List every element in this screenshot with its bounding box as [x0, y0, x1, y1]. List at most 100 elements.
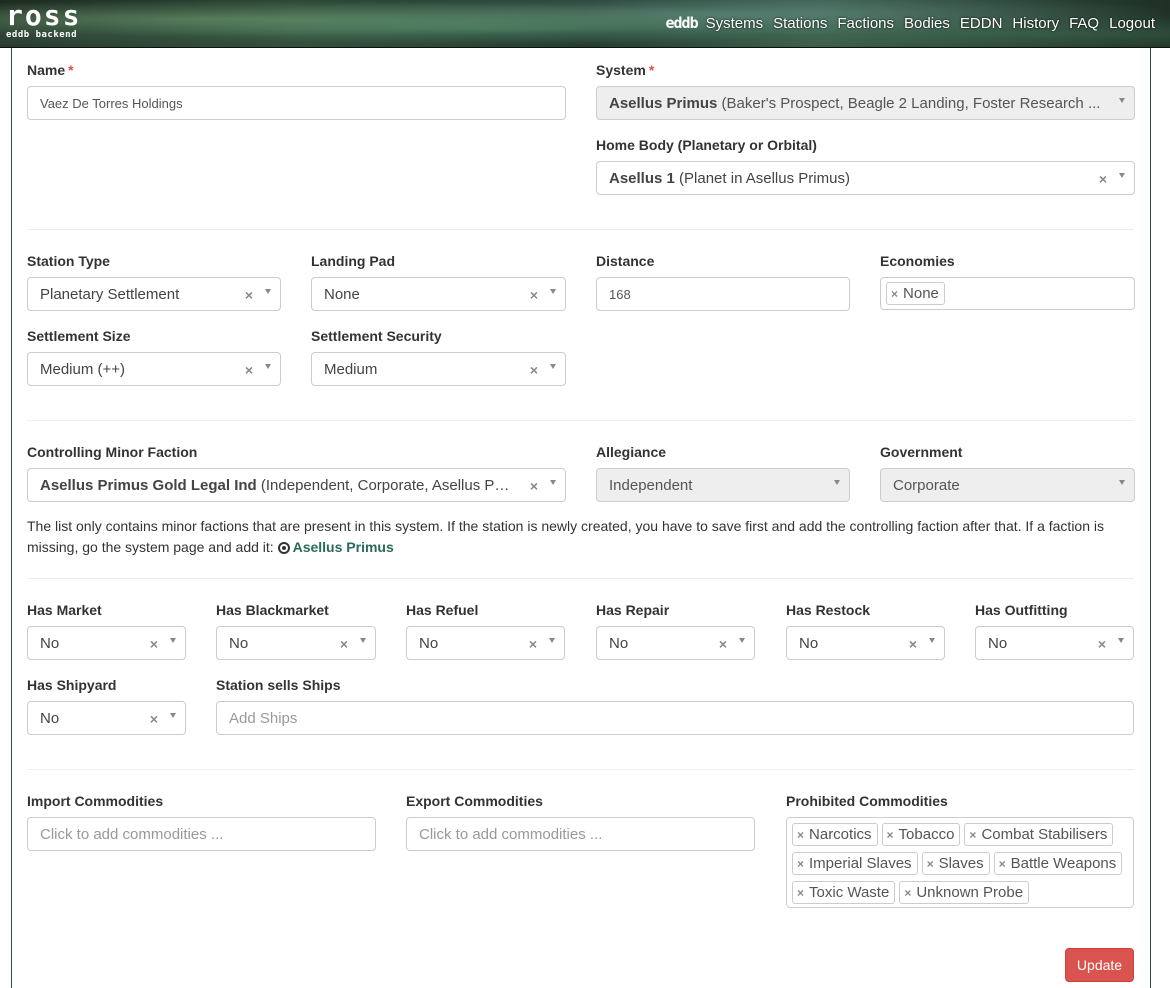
eddb-brand[interactable]: eddb: [665, 14, 698, 32]
settlement-size-label: Settlement Size: [27, 328, 131, 344]
landing-pad-label: Landing Pad: [311, 253, 395, 269]
has-market-label: Has Market: [27, 602, 102, 618]
allegiance-select[interactable]: Independent: [596, 468, 850, 502]
remove-icon[interactable]: ×: [797, 828, 804, 842]
economies-multiselect[interactable]: × None: [880, 277, 1135, 310]
nav-eddn[interactable]: EDDN: [960, 15, 1003, 32]
clear-icon[interactable]: ×: [529, 636, 537, 652]
remove-icon[interactable]: ×: [969, 828, 976, 842]
economy-tag[interactable]: × None: [886, 282, 945, 305]
settlement-security-label: Settlement Security: [311, 328, 442, 344]
commodity-tag[interactable]: × Imperial Slaves: [792, 852, 918, 875]
government-label: Government: [880, 444, 963, 460]
import-commodities-input[interactable]: Click to add commodities ...: [27, 817, 376, 851]
controlling-faction-select[interactable]: Asellus Primus Gold Legal Ind (Independe…: [27, 468, 566, 502]
remove-icon[interactable]: ×: [887, 828, 894, 842]
name-input-value: Vaez De Torres Holdings: [40, 95, 183, 111]
controlling-faction-label: Controlling Minor Faction: [27, 444, 198, 460]
nav-bodies[interactable]: Bodies: [904, 15, 950, 32]
commodity-tag[interactable]: × Battle Weapons: [993, 852, 1123, 875]
chevron-down-icon: [549, 638, 555, 643]
landing-pad-value: None: [324, 285, 360, 303]
clear-icon[interactable]: ×: [719, 636, 727, 652]
distance-input[interactable]: 168: [596, 277, 850, 311]
commodity-tag[interactable]: × Tobacco: [881, 823, 961, 846]
commodity-tag[interactable]: × Slaves: [921, 852, 990, 875]
clear-icon[interactable]: ×: [530, 362, 538, 378]
commodity-tag[interactable]: × Combat Stabilisers: [964, 823, 1114, 846]
chevron-down-icon: [265, 289, 271, 294]
faction-value-name: Asellus Primus Gold Legal Ind: [40, 476, 257, 494]
chevron-down-icon: [1119, 98, 1125, 103]
clear-icon[interactable]: ×: [1098, 636, 1106, 652]
remove-icon[interactable]: ×: [797, 886, 804, 900]
home-body-label: Home Body (Planetary or Orbital): [596, 137, 817, 153]
has-blackmarket-label: Has Blackmarket: [216, 602, 329, 618]
home-body-value-detail: (Planet in Asellus Primus): [674, 169, 850, 187]
chevron-down-icon: [1119, 480, 1125, 485]
export-commodities-label: Export Commodities: [406, 793, 543, 809]
has-refuel-select[interactable]: No ×: [406, 626, 565, 660]
update-button[interactable]: Update: [1065, 948, 1134, 982]
remove-icon[interactable]: ×: [927, 857, 934, 871]
navbar: ross eddb backend eddb Systems Stations …: [0, 0, 1170, 48]
has-shipyard-select[interactable]: No ×: [27, 701, 186, 735]
economies-label: Economies: [880, 253, 955, 269]
nav-systems[interactable]: Systems: [706, 15, 764, 32]
has-outfitting-label: Has Outfitting: [975, 602, 1068, 618]
settlement-security-select[interactable]: Medium ×: [311, 352, 566, 386]
has-blackmarket-select[interactable]: No ×: [216, 626, 376, 660]
commodity-tag[interactable]: × Unknown Probe: [899, 881, 1030, 904]
faction-help-text: The list only contains minor factions th…: [27, 518, 1104, 555]
commodity-tag[interactable]: × Toxic Waste: [792, 881, 896, 904]
has-restock-label: Has Restock: [786, 602, 871, 618]
nav-history[interactable]: History: [1012, 15, 1059, 32]
nav-menu: eddb Systems Stations Factions Bodies ED…: [665, 14, 1155, 32]
divider: [27, 769, 1134, 770]
ross-logo[interactable]: ross eddb backend: [6, 1, 79, 43]
prohibited-commodities-multiselect[interactable]: × Narcotics × Tobacco × Combat Stabilisers × Im…: [786, 817, 1134, 908]
station-ships-input[interactable]: Add Ships: [216, 701, 1134, 735]
clear-icon[interactable]: ×: [245, 287, 253, 303]
system-link[interactable]: Asellus Primus: [293, 539, 394, 555]
landing-pad-select[interactable]: None ×: [311, 277, 566, 311]
clear-icon[interactable]: ×: [530, 478, 538, 494]
home-body-select[interactable]: Asellus 1 (Planet in Asellus Primus) ×: [596, 161, 1135, 195]
chevron-down-icon: [360, 638, 366, 643]
remove-icon[interactable]: ×: [904, 886, 911, 900]
nav-stations[interactable]: Stations: [773, 15, 827, 32]
government-select[interactable]: Corporate: [880, 468, 1135, 502]
clear-icon[interactable]: ×: [530, 287, 538, 303]
chevron-down-icon: [1119, 173, 1125, 178]
station-type-select[interactable]: Planetary Settlement ×: [27, 277, 281, 311]
settlement-size-select[interactable]: Medium (++) ×: [27, 352, 281, 386]
station-type-label: Station Type: [27, 253, 110, 269]
commodity-tag[interactable]: × Narcotics: [792, 823, 878, 846]
nav-factions[interactable]: Factions: [837, 15, 894, 32]
nav-logout[interactable]: Logout: [1109, 15, 1155, 32]
clear-icon[interactable]: ×: [150, 636, 158, 652]
remove-icon[interactable]: ×: [999, 857, 1006, 871]
remove-icon[interactable]: ×: [797, 857, 804, 871]
has-restock-select[interactable]: No ×: [786, 626, 945, 660]
target-icon: [277, 542, 290, 554]
chevron-down-icon: [170, 638, 176, 643]
system-select[interactable]: Asellus Primus (Baker's Prospect, Beagle…: [596, 86, 1135, 120]
divider: [27, 229, 1134, 230]
clear-icon[interactable]: ×: [909, 636, 917, 652]
settlement-security-value: Medium: [324, 360, 378, 378]
export-commodities-input[interactable]: Click to add commodities ...: [406, 817, 755, 851]
remove-icon[interactable]: ×: [891, 287, 898, 301]
clear-icon[interactable]: ×: [150, 711, 158, 727]
distance-value: 168: [609, 286, 631, 302]
clear-icon[interactable]: ×: [1099, 171, 1107, 187]
chevron-down-icon: [834, 480, 840, 485]
nav-faq[interactable]: FAQ: [1069, 15, 1099, 32]
has-repair-select[interactable]: No ×: [596, 626, 755, 660]
has-outfitting-select[interactable]: No ×: [975, 626, 1134, 660]
clear-icon[interactable]: ×: [245, 362, 253, 378]
has-market-select[interactable]: No ×: [27, 626, 186, 660]
logo-title: ross: [6, 0, 82, 32]
name-input[interactable]: Vaez De Torres Holdings: [27, 86, 566, 120]
clear-icon[interactable]: ×: [340, 636, 348, 652]
